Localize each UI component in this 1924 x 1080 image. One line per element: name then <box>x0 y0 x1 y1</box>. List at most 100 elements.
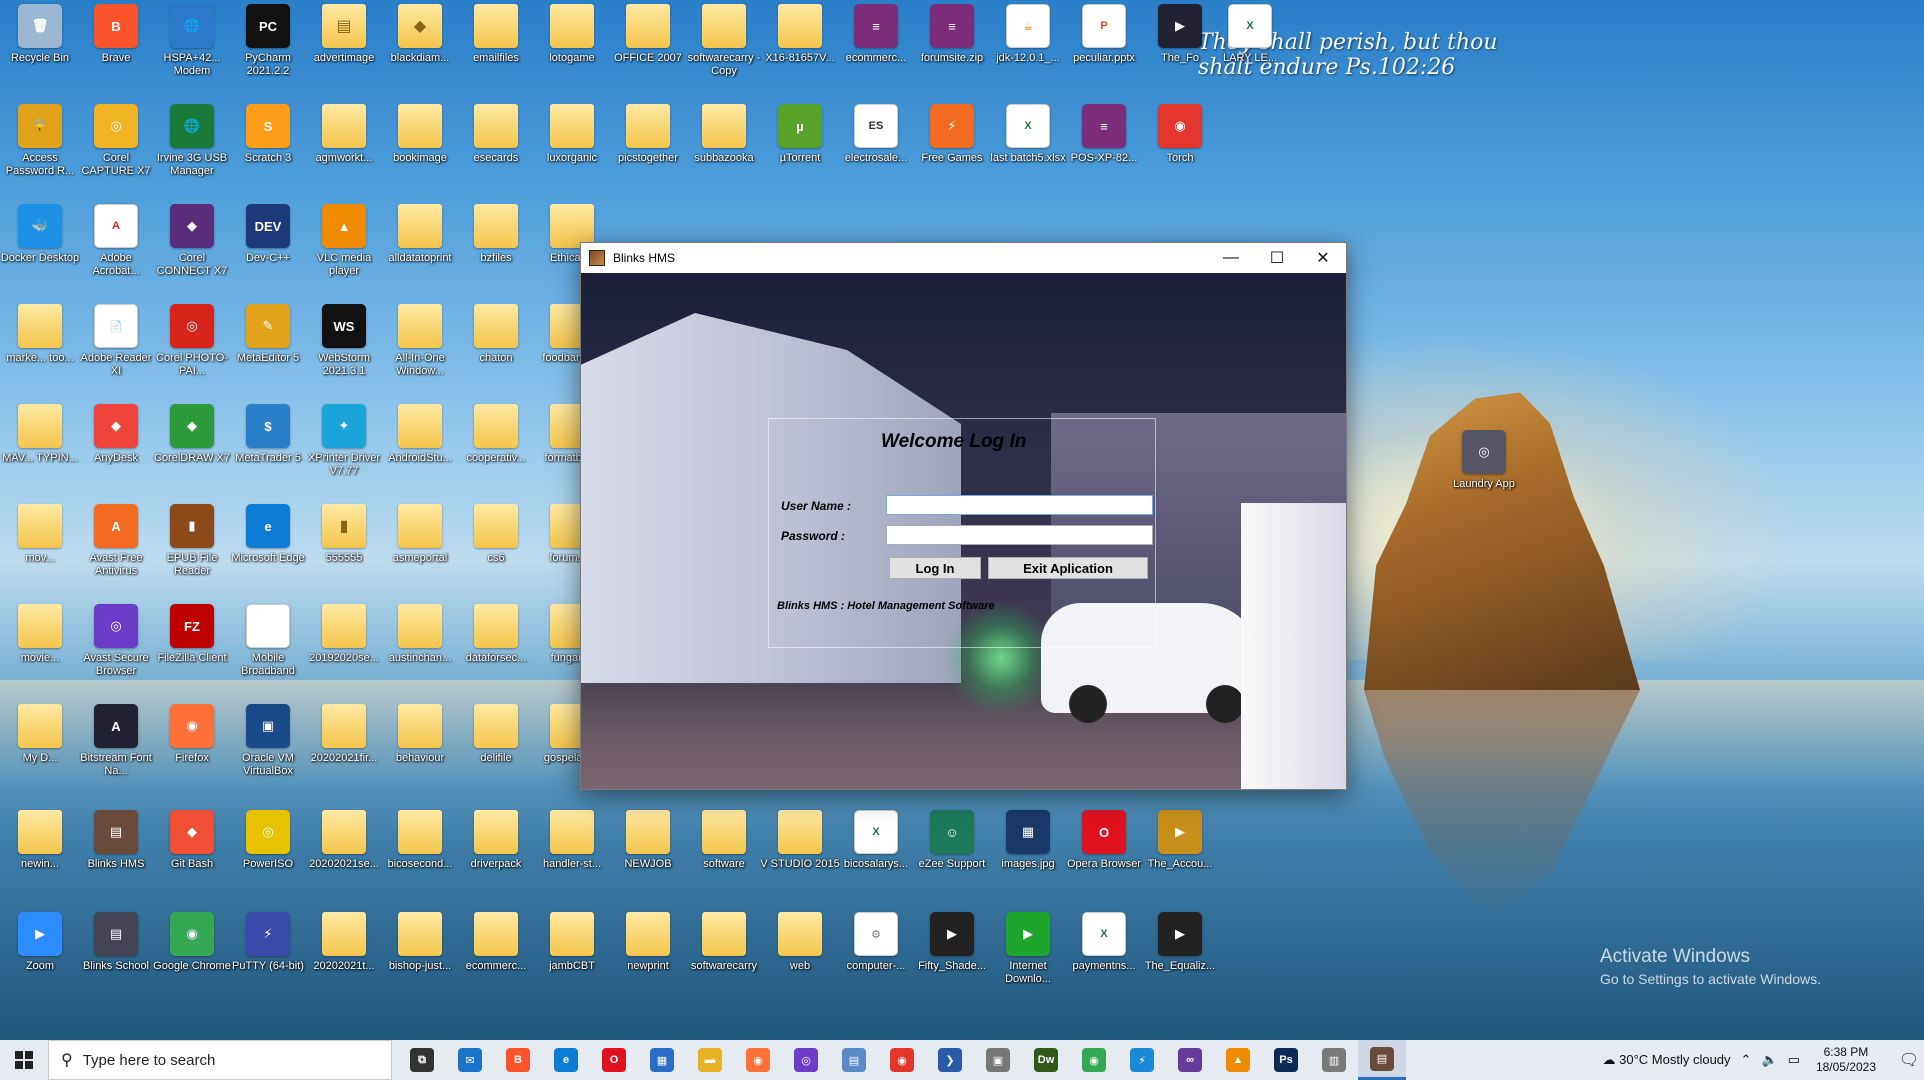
desktop-icon[interactable]: ☕ jdk-12.0.1_... <box>990 4 1066 100</box>
desktop-icon[interactable]: ▤ advertimage <box>306 4 382 100</box>
desktop-icon[interactable]: bookimage <box>382 104 458 200</box>
desktop-icon[interactable]: All-In-One Window... <box>382 304 458 400</box>
taskbar-edge-button[interactable]: e <box>542 1040 590 1080</box>
desktop-icon[interactable]: 🐳 Docker Desktop <box>1 204 79 300</box>
battery-icon[interactable]: ▭ <box>1788 1052 1800 1068</box>
chevron-up-icon[interactable]: ⌃ <box>1741 1052 1752 1068</box>
start-button[interactable] <box>0 1040 48 1080</box>
desktop-icon[interactable]: picstogether <box>610 104 686 200</box>
desktop-icon[interactable]: ▤ Blinks School <box>78 912 154 1008</box>
desktop-icon[interactable]: subbazooka <box>686 104 762 200</box>
desktop-icon[interactable]: ◆ AnyDesk <box>78 404 154 500</box>
desktop-icon[interactable]: ecommerc... <box>458 912 534 1008</box>
desktop-icon[interactable]: movie... <box>2 604 78 700</box>
desktop-icon[interactable]: MAV... TYPIN... <box>2 404 78 500</box>
weather-widget[interactable]: ☁ 30°C Mostly cloudy <box>1603 1052 1731 1068</box>
taskbar-photoshop-button[interactable]: Ps <box>1262 1040 1310 1080</box>
taskbar-store-button[interactable]: ▦ <box>638 1040 686 1080</box>
desktop-icon[interactable]: ◆ blackdiam... <box>382 4 458 100</box>
desktop-icon[interactable]: DEV Dev-C++ <box>230 204 306 300</box>
desktop-icon[interactable]: NEWJOB <box>610 810 686 906</box>
desktop-icon[interactable]: dataforsec... <box>458 604 534 700</box>
desktop-icon[interactable]: V STUDIO 2015 <box>760 810 840 906</box>
desktop-icon[interactable]: 🌐 HSPA+42... Modem <box>154 4 230 100</box>
minimize-button[interactable]: — <box>1208 243 1254 273</box>
desktop-icon[interactable]: ✎ MetaEditor 5 <box>230 304 306 400</box>
desktop-icon[interactable]: ◆ Corel CONNECT X7 <box>154 204 230 300</box>
desktop-icon[interactable]: ◎ Corel CAPTURE X7 <box>78 104 154 200</box>
desktop-icon[interactable]: chaton <box>458 304 534 400</box>
desktop-icon[interactable]: ▶ Fifty_Shade... <box>914 912 990 1008</box>
desktop-icon[interactable]: handler-st... <box>534 810 610 906</box>
desktop-icon[interactable]: ▶ The_Accou... <box>1142 810 1218 906</box>
taskbar-file-explorer-button[interactable]: ▬ <box>686 1040 734 1080</box>
desktop-icon[interactable]: luxorganic <box>534 104 610 200</box>
desktop-icon[interactable]: 🌐 Irvine 3G USB Manager <box>154 104 230 200</box>
desktop-icon[interactable]: Xpaymentns... <box>1066 912 1142 1008</box>
volume-icon[interactable]: 🔈 <box>1761 1052 1777 1068</box>
taskbar-brave-button[interactable]: B <box>494 1040 542 1080</box>
desktop-icon[interactable]: X16-81657V... <box>762 4 838 100</box>
taskbar-opera-button[interactable]: O <box>590 1040 638 1080</box>
taskbar-task-view-button[interactable]: ⧉ <box>398 1040 446 1080</box>
desktop-icon[interactable]: OFFICE 2007 <box>610 4 686 100</box>
desktop-icon[interactable]: asmeportal <box>382 504 458 600</box>
desktop-icon[interactable]: 20202021se... <box>306 810 382 906</box>
desktop-icon[interactable]: ◎ Avast Secure Browser <box>78 604 154 700</box>
desktop-icon[interactable]: Xlast batch5.xlsx <box>990 104 1066 200</box>
desktop-icon[interactable]: 20202021fir... <box>306 704 382 800</box>
desktop-icon[interactable]: 20202021t... <box>306 912 382 1008</box>
desktop-icon[interactable]: ⚡ Free Games <box>914 104 990 200</box>
desktop-icon[interactable]: emailfiles <box>458 4 534 100</box>
desktop-icon[interactable]: ≡ ecommerc... <box>838 4 914 100</box>
desktop-icon[interactable]: newin... <box>2 810 78 906</box>
taskbar-visual-studio-button[interactable]: ∞ <box>1166 1040 1214 1080</box>
desktop-icon[interactable]: austinchan... <box>382 604 458 700</box>
desktop-icon[interactable]: ▣ Oracle VM VirtualBox <box>230 704 306 800</box>
desktop-icon[interactable]: O Opera Browser <box>1066 810 1142 906</box>
desktop-icon[interactable]: ▶ The_Fo <box>1142 4 1218 100</box>
desktop-icon[interactable]: e Microsoft Edge <box>230 504 306 600</box>
close-button[interactable]: ✕ <box>1300 243 1346 273</box>
desktop-icon[interactable]: ◆ CorelDRAW X7 <box>154 404 230 500</box>
desktop-icon[interactable]: marke... too... <box>2 304 78 400</box>
desktop-icon[interactable]: lotogame <box>534 4 610 100</box>
desktop-icon[interactable]: X LARY LE... <box>1212 4 1288 100</box>
username-input[interactable] <box>886 495 1153 515</box>
desktop-icon[interactable]: bicosecond... <box>382 810 458 906</box>
desktop-icon[interactable]: My D... <box>2 704 78 800</box>
desktop-icon[interactable]: cooperativ... <box>458 404 534 500</box>
desktop-icon[interactable]: esecards <box>458 104 534 200</box>
desktop-icon[interactable]: ▲ VLC media player <box>306 204 382 300</box>
desktop-icon[interactable]: ▮ 555555 <box>306 504 382 600</box>
clock[interactable]: 6:38 PM 18/05/2023 <box>1816 1045 1876 1075</box>
desktop-icon[interactable]: ≡ POS-XP-82... <box>1066 104 1142 200</box>
desktop-icon[interactable]: AndroidStu... <box>382 404 458 500</box>
desktop-icon[interactable]: ◎ PowerISO <box>230 810 306 906</box>
notification-icon[interactable]: 🗨 <box>1894 1040 1924 1080</box>
taskbar-firefox-button[interactable]: ◉ <box>734 1040 782 1080</box>
desktop-icon[interactable]: mov... <box>2 504 78 600</box>
desktop-icon[interactable]: ◉ Torch <box>1142 104 1218 200</box>
desktop-icon[interactable]: WS WebStorm 2021.3.1 <box>306 304 382 400</box>
exit-application-button[interactable]: Exit Aplication <box>988 557 1148 579</box>
desktop-icon[interactable]: S Scratch 3 <box>230 104 306 200</box>
desktop-icon[interactable]: ▤ Blinks HMS <box>78 810 154 906</box>
maximize-button[interactable]: ☐ <box>1254 243 1300 273</box>
login-button[interactable]: Log In <box>889 557 981 579</box>
desktop-icon[interactable]: ◎ Corel PHOTO-PAI... <box>154 304 230 400</box>
taskbar-lightning-button[interactable]: ⚡ <box>1118 1040 1166 1080</box>
password-input[interactable] <box>886 525 1153 545</box>
desktop-icon[interactable]: ◎ Laundry App <box>1446 430 1522 526</box>
taskbar-notepad-button[interactable]: ▤ <box>830 1040 878 1080</box>
desktop-icon[interactable]: ⚙ computer-... <box>838 912 914 1008</box>
desktop-icon[interactable]: 20192020se... <box>306 604 382 700</box>
desktop-icon[interactable]: bzfiles <box>458 204 534 300</box>
window-titlebar[interactable]: Blinks HMS — ☐ ✕ <box>581 243 1346 273</box>
desktop-icon[interactable]: agmworkt... <box>306 104 382 200</box>
desktop-icon[interactable]: ✦ XPrinter Driver V7.77 <box>306 404 382 500</box>
desktop-icon[interactable]: B Brave <box>78 4 154 100</box>
desktop-icon[interactable]: delifile <box>458 704 534 800</box>
desktop-icon[interactable]: newprint <box>610 912 686 1008</box>
desktop-icon[interactable]: A Bitstream Font Na... <box>78 704 154 800</box>
